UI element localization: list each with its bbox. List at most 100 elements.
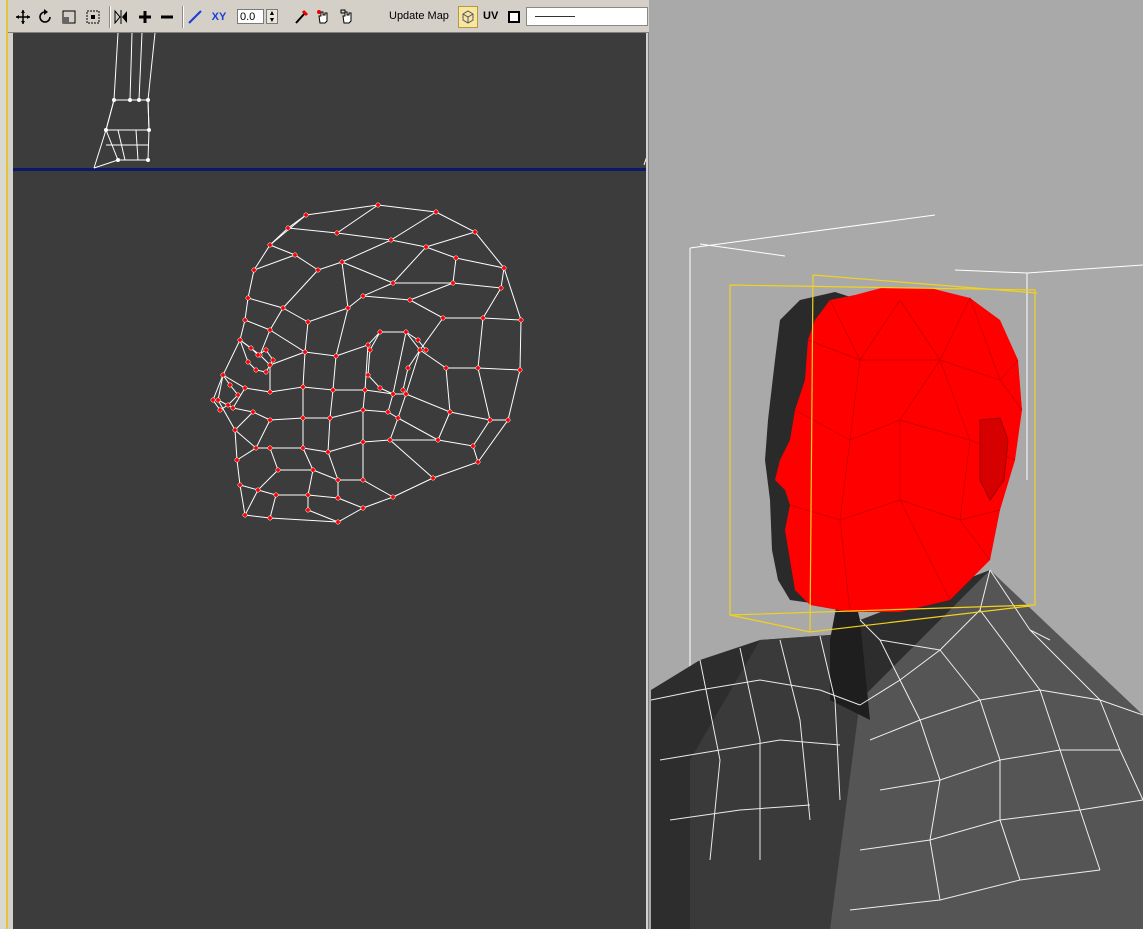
pen-icon[interactable] bbox=[186, 7, 204, 27]
uv-vertex bbox=[248, 345, 254, 351]
uv-vertex bbox=[267, 242, 273, 248]
uv-vertex bbox=[335, 495, 341, 501]
uv-vertex bbox=[310, 467, 316, 473]
uv-vertex bbox=[305, 492, 311, 498]
uv-vertex bbox=[245, 359, 251, 365]
uv-vertex bbox=[225, 402, 231, 408]
uv-vertex bbox=[300, 384, 306, 390]
uv-vertex bbox=[250, 409, 256, 415]
uv-vertex bbox=[215, 397, 221, 403]
uv-vertex bbox=[300, 445, 306, 451]
corner-gizmo bbox=[643, 157, 646, 166]
line-style-dropdown[interactable] bbox=[526, 7, 648, 26]
uv-vertex bbox=[305, 507, 311, 513]
uv-vertex bbox=[472, 229, 478, 235]
uv-vertex bbox=[450, 280, 456, 286]
contract-icon[interactable] bbox=[158, 7, 176, 27]
perspective-scene bbox=[651, 214, 1143, 929]
uv-vertex bbox=[362, 387, 368, 393]
uv-vertex bbox=[217, 407, 223, 413]
uv-vertex bbox=[333, 353, 339, 359]
uv-vertex bbox=[403, 391, 409, 397]
rotate-icon[interactable] bbox=[36, 7, 54, 27]
uv-vertex bbox=[360, 439, 366, 445]
uv-vertex bbox=[417, 347, 423, 353]
uv-vertex bbox=[230, 405, 236, 411]
head-uv-shell bbox=[212, 204, 522, 523]
uv-vertex bbox=[390, 391, 396, 397]
uv-vertex bbox=[242, 317, 248, 323]
uv-vertex bbox=[335, 477, 341, 483]
uv-vertex bbox=[377, 385, 383, 391]
axis-icon[interactable]: XY bbox=[208, 7, 230, 27]
mirror-icon[interactable] bbox=[112, 7, 130, 27]
expand-icon[interactable] bbox=[136, 7, 154, 27]
uv-vertex bbox=[367, 347, 373, 353]
uv-vertex bbox=[255, 487, 261, 493]
uv-vertex bbox=[453, 255, 459, 261]
uv-vertex bbox=[303, 212, 309, 218]
uv-vertex bbox=[330, 387, 336, 393]
left-panel-edge bbox=[0, 0, 8, 929]
uv-vertex bbox=[267, 362, 273, 368]
uv-vertex bbox=[430, 475, 436, 481]
uv-vertex bbox=[255, 352, 261, 358]
uv-vertex bbox=[360, 293, 366, 299]
cube-icon[interactable] bbox=[458, 6, 478, 28]
move-icon[interactable] bbox=[14, 7, 32, 27]
uv-vertex bbox=[385, 409, 391, 415]
uv-vertex bbox=[407, 297, 413, 303]
uv-vertex bbox=[395, 415, 401, 421]
zoom-spinner[interactable]: ▲ ▼ bbox=[266, 9, 278, 24]
uv-vertex bbox=[345, 305, 351, 311]
uv-vertex bbox=[285, 225, 291, 231]
character-body bbox=[651, 560, 1143, 929]
uv-vertex bbox=[415, 337, 421, 343]
uv-vertex bbox=[377, 329, 383, 335]
uv-vertex bbox=[232, 427, 238, 433]
uv-vertex bbox=[517, 367, 523, 373]
pick-icon[interactable] bbox=[292, 7, 310, 27]
uv-vertex bbox=[235, 392, 241, 398]
uv-vertex bbox=[518, 317, 524, 323]
uv-vertex bbox=[501, 265, 507, 271]
uv-vertex bbox=[292, 252, 298, 258]
uv-vertex bbox=[273, 492, 279, 498]
uv-vertex bbox=[234, 457, 240, 463]
uv-vertex bbox=[480, 315, 486, 321]
uv-vertex bbox=[475, 365, 481, 371]
uv-vertex bbox=[242, 512, 248, 518]
uv-vertex bbox=[267, 515, 273, 521]
uv-vertex bbox=[339, 259, 345, 265]
uv-vertex bbox=[505, 417, 511, 423]
edit-uvw-window: XY 0.0 ▲ ▼ Update Map UV bbox=[8, 0, 649, 929]
uv-vertex bbox=[275, 467, 281, 473]
scale-icon[interactable] bbox=[60, 7, 78, 27]
uv-vertex bbox=[360, 477, 366, 483]
uv-vertex bbox=[443, 365, 449, 371]
zoom-field[interactable]: 0.0 bbox=[237, 9, 264, 24]
uv-vertex bbox=[267, 445, 273, 451]
square-icon[interactable] bbox=[506, 7, 522, 27]
uv-vertex bbox=[263, 347, 269, 353]
uv-vertex bbox=[470, 443, 476, 449]
uv-vertex bbox=[267, 327, 273, 333]
uv-vertex bbox=[388, 237, 394, 243]
uv-vertex bbox=[435, 437, 441, 443]
uv-vertex bbox=[267, 417, 273, 423]
uv-editor-canvas[interactable] bbox=[13, 33, 646, 929]
uv-vertex bbox=[253, 367, 259, 373]
uv-vertex bbox=[280, 305, 286, 311]
perspective-viewport[interactable] bbox=[651, 0, 1143, 929]
hand-icon[interactable] bbox=[314, 7, 332, 27]
freeform-icon[interactable] bbox=[84, 7, 102, 27]
update-map-button[interactable]: Update Map bbox=[389, 10, 449, 22]
uv-toggle[interactable]: UV bbox=[483, 10, 498, 22]
uv-vertex bbox=[315, 267, 321, 273]
arm-uv-shell bbox=[93, 33, 156, 169]
uv-vertex bbox=[365, 342, 371, 348]
uv-vertex bbox=[423, 244, 429, 250]
hand2-icon[interactable] bbox=[338, 7, 356, 27]
uv-vertex bbox=[245, 295, 251, 301]
uv-vertex bbox=[440, 315, 446, 321]
